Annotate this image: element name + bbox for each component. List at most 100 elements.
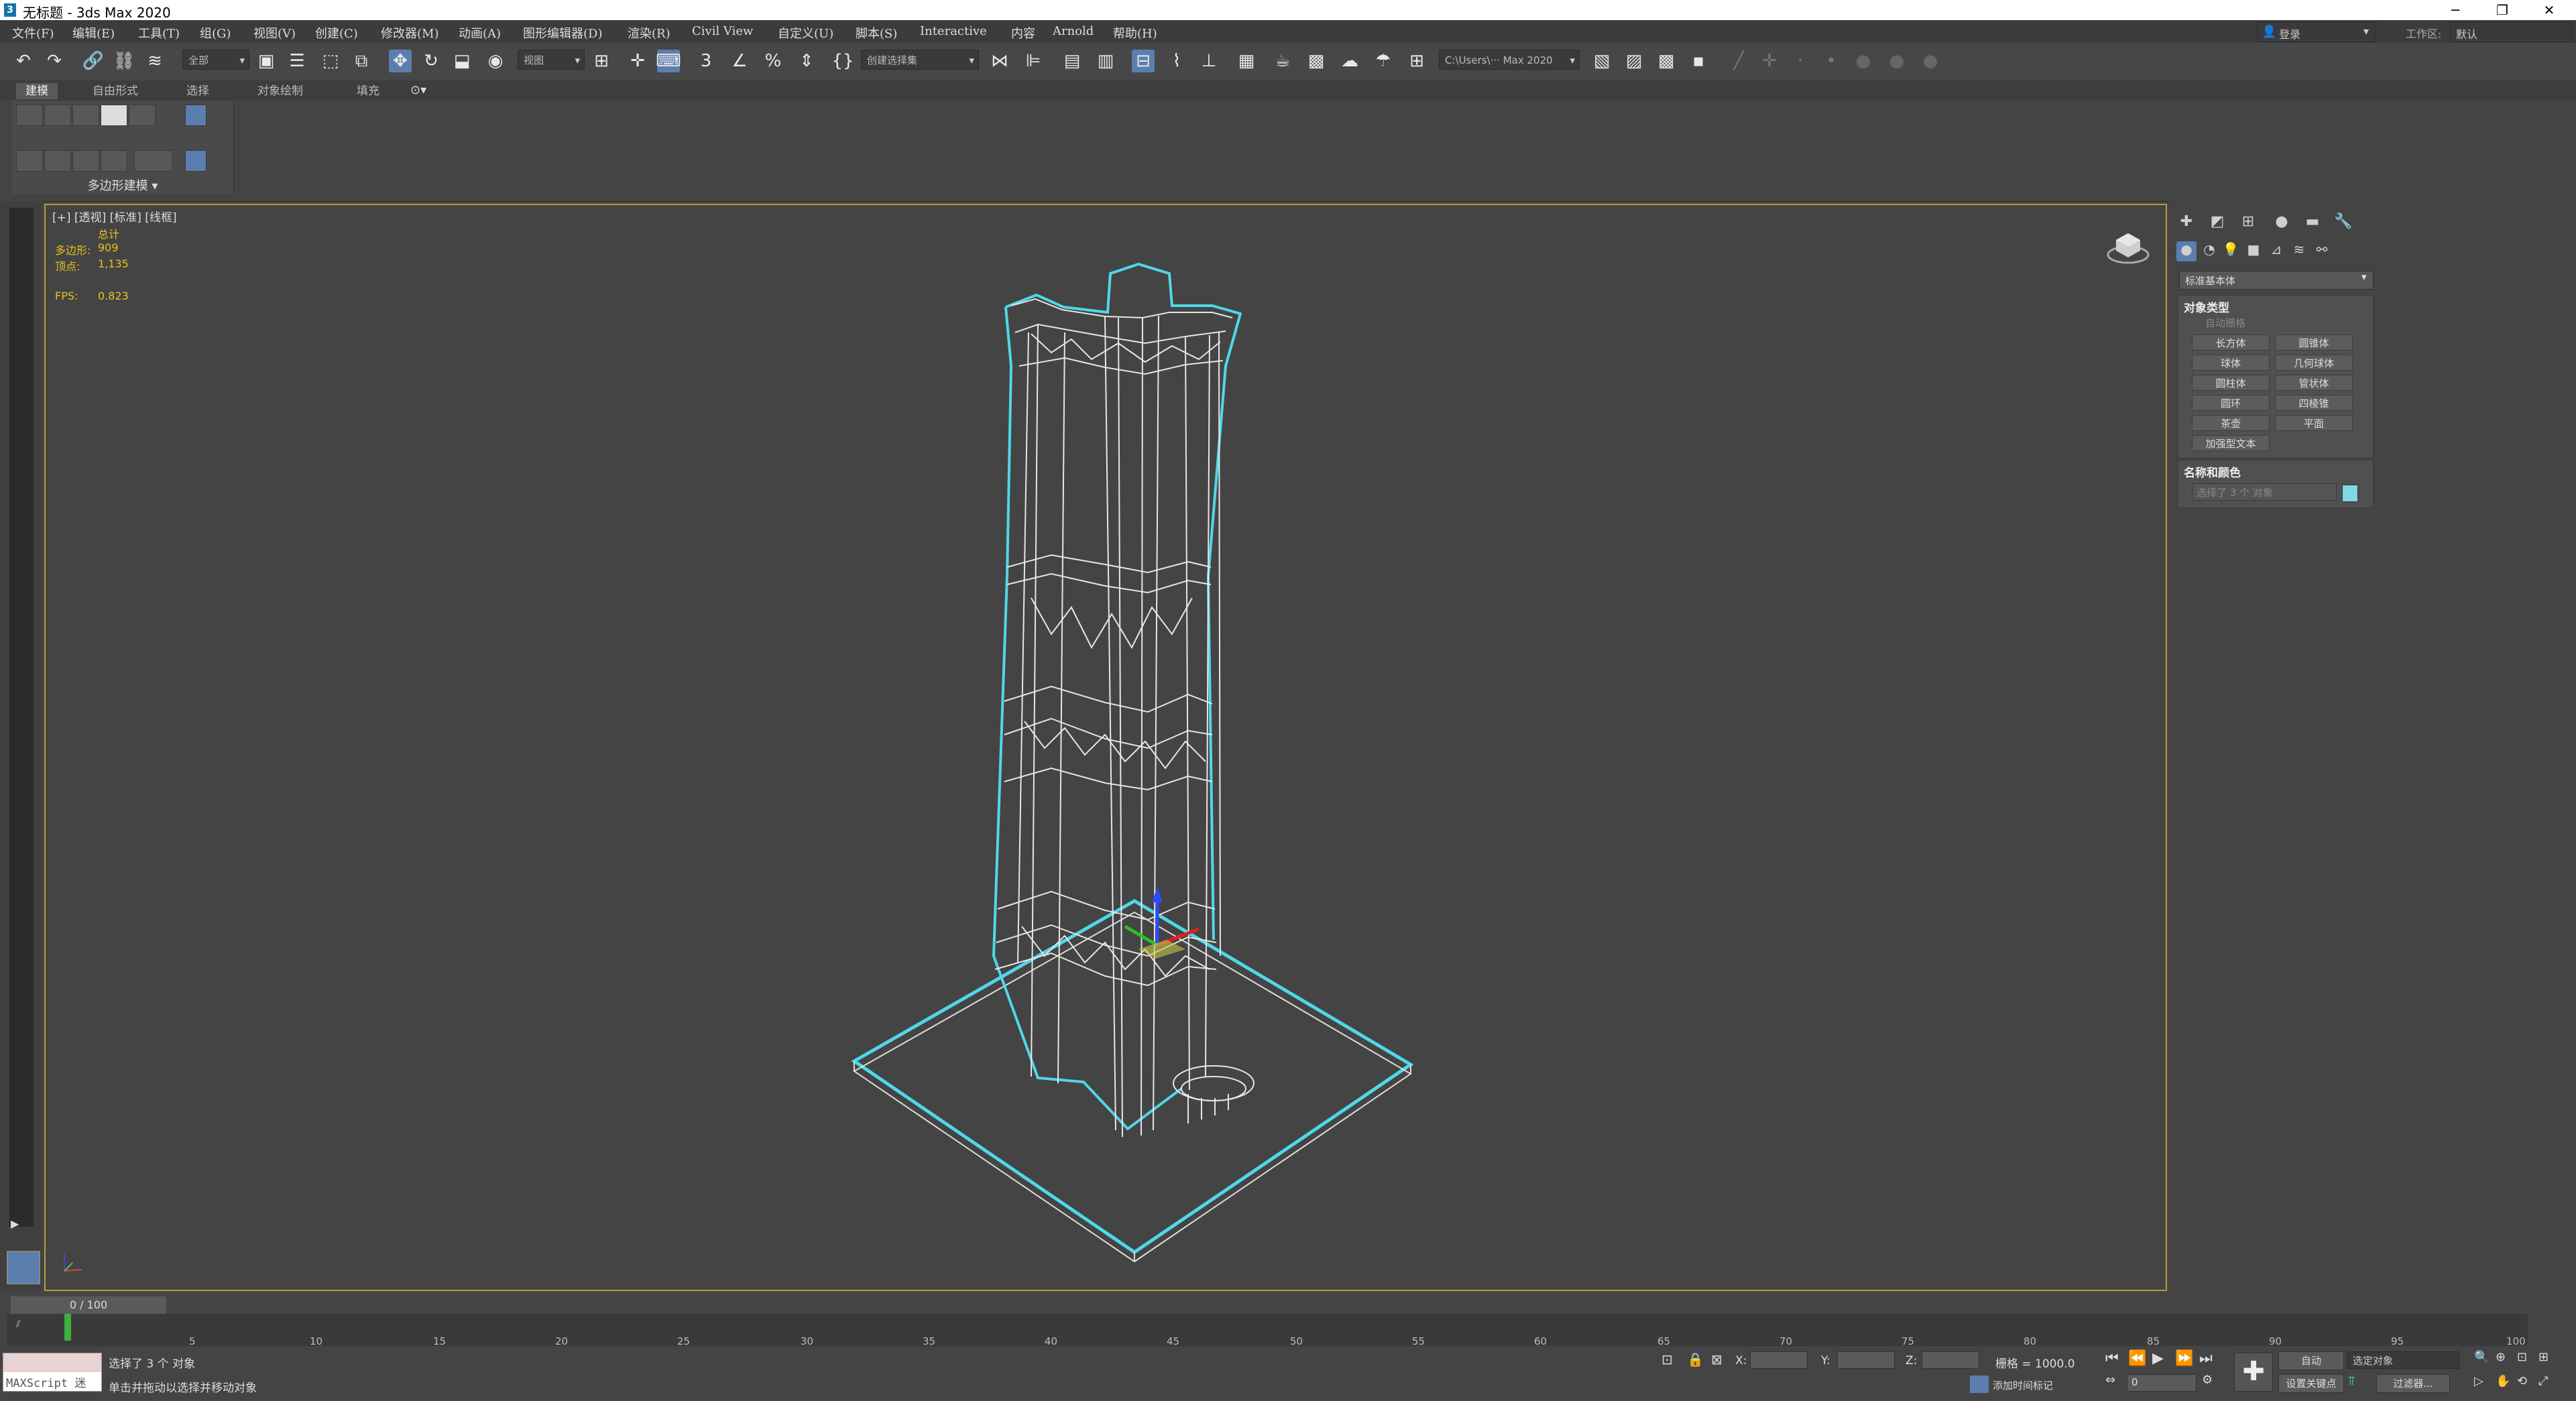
z-coord-field[interactable] [1922,1351,1979,1369]
spinner-snap-icon[interactable]: ⇕ [795,50,818,72]
menu-content[interactable]: 内容 [1011,24,1035,42]
crosshair-icon[interactable]: ✛ [1758,50,1781,72]
layer-explorer-icon[interactable]: ▥ [1094,50,1117,72]
bind-space-warp-icon[interactable]: ≋ [143,50,166,72]
time-tag-icon[interactable] [1970,1376,1989,1393]
select-object-icon[interactable]: ▣ [255,50,278,72]
time-config-icon[interactable]: ⚙ [2202,1373,2213,1387]
maximize-button[interactable]: ❐ [2482,0,2522,20]
tab-freeform[interactable]: 自由形式 [83,83,148,99]
menu-create[interactable]: 创建(C) [315,24,358,42]
space-warps-icon[interactable]: ≋ [2289,241,2309,261]
edge-mode-icon[interactable] [44,105,71,126]
textplus-button[interactable]: 加强型文本 [2192,435,2270,451]
redo-icon[interactable]: ↷ [43,50,66,72]
menu-scripting[interactable]: 脚本(S) [856,24,897,42]
window-crossing-icon[interactable]: ⧉ [350,50,373,72]
snaps-toggle-icon[interactable]: 3 [695,50,717,72]
maxscript-output[interactable] [3,1353,101,1372]
border-mode-icon[interactable] [72,105,99,126]
lock-icon[interactable]: 🔒 [1687,1351,1704,1367]
object-color-swatch[interactable] [2342,485,2358,502]
next-frame-icon[interactable]: ⏩ [2175,1350,2193,1367]
go-to-end-icon[interactable]: ⏭ [2199,1350,2213,1367]
selected-object-dropdown[interactable]: 选定对象 [2347,1351,2459,1369]
key-filters-button[interactable]: 过滤器... [2376,1374,2450,1393]
maxscript-listener[interactable]: MAXScript 迷 [3,1353,102,1392]
sphere-medium-icon[interactable]: ● [1885,50,1908,72]
select-manipulate-icon[interactable]: ✛ [626,50,649,72]
login-dropdown[interactable]: 👤 登录 ▾ [2257,22,2376,42]
menu-civil-view[interactable]: Civil View [692,24,753,38]
align-icon[interactable]: ⊫ [1022,50,1045,72]
dot-icon[interactable]: · [1789,50,1812,72]
viewcube-icon[interactable] [2107,225,2150,265]
project-folder-icon[interactable]: ▧ [1590,50,1613,72]
menu-graph-editors[interactable]: 图形编辑器(D) [523,24,602,42]
ref-coord-dropdown[interactable]: 视图 [518,50,585,70]
cameras-icon[interactable]: ■ [2243,241,2264,261]
orbit-icon[interactable]: ⟲ [2517,1374,2527,1388]
expand-arrow-icon[interactable]: ▶ [11,1217,25,1232]
torus-button[interactable]: 圆环 [2192,395,2270,411]
menu-view[interactable]: 视图(V) [253,24,296,42]
helpers-icon[interactable]: ⊿ [2266,241,2286,261]
scene-explorer-icon[interactable]: ▤ [1061,50,1084,72]
curve-toggle-icon[interactable]: ⫽ [16,1319,20,1330]
play-icon[interactable]: ▶ [2152,1350,2164,1367]
small-circle-icon[interactable]: • [1820,50,1842,72]
name-color-title[interactable]: 名称和颜色 [2184,463,2241,480]
current-frame-field[interactable]: 0 [2127,1374,2197,1392]
viewport-layout-icon[interactable] [7,1251,40,1284]
absolute-mode-icon[interactable]: ⊠ [1711,1351,1722,1367]
render-production-icon[interactable]: ☁ [1338,50,1361,72]
menu-tools[interactable]: 工具(T) [138,24,180,42]
material-editor-icon[interactable]: ▦ [1235,50,1258,72]
brush-icon[interactable]: ╱ [1727,50,1750,72]
pan-icon[interactable]: ✋ [2496,1374,2510,1388]
teapot-button[interactable]: 茶壶 [2192,415,2270,431]
angle-snap-icon[interactable]: ∠ [728,50,751,72]
ribbon-toggle-icon[interactable]: ⊟ [1132,50,1155,72]
tab-modeling[interactable]: 建模 [16,83,58,99]
pin-stack-icon[interactable] [185,150,207,172]
percent-snap-icon[interactable]: % [762,50,784,72]
viewport-layout-bar[interactable] [9,208,34,1227]
menu-group[interactable]: 组(G) [200,24,231,42]
time-cursor[interactable] [64,1314,71,1341]
create-tab-icon[interactable]: ✚ [2175,213,2198,233]
rect-selection-icon[interactable]: ⬚ [319,50,342,72]
named-selection-dropdown[interactable]: 创建选择集 [861,50,979,70]
key-mode-icon[interactable]: ⇔ [2105,1373,2115,1387]
workspace-dropdown[interactable]: 默认 [2450,22,2572,42]
curve-editor-icon[interactable]: ⌇ [1165,50,1188,72]
project-path-dropdown[interactable]: C:\Users\··· Max 2020 [1439,50,1580,70]
menu-arnold[interactable]: Arnold [1053,24,1094,38]
sphere-button[interactable]: 球体 [2192,355,2270,371]
track-bar[interactable]: ⫽ 5 10 15 20 25 30 35 40 45 50 55 60 65 … [7,1314,2528,1347]
select-move-icon[interactable]: ✥ [389,50,412,72]
menu-modifiers[interactable]: 修改器(M) [381,24,438,42]
keyboard-shortcut-icon[interactable]: ⌨ [656,50,681,72]
ignore-backfacing-icon[interactable] [101,150,127,172]
rendered-frame-icon[interactable]: ▩ [1305,50,1328,72]
minimize-button[interactable]: ─ [2435,0,2475,20]
unlink-icon[interactable]: ⛓ [113,50,135,72]
zoom-extents-icon[interactable]: ⊡ [2517,1350,2527,1364]
x-coord-field[interactable] [1750,1351,1808,1369]
pyramid-button[interactable]: 四棱锥 [2275,395,2353,411]
time-slider[interactable]: 0 / 100 [11,1296,166,1314]
shapes-icon[interactable]: ◔ [2199,241,2219,261]
prev-frame-icon[interactable]: ⏪ [2128,1350,2146,1367]
set-key-icon[interactable]: ✚ [2234,1353,2273,1392]
project-open-icon[interactable]: ▨ [1623,50,1645,72]
select-place-icon[interactable]: ◉ [484,50,507,72]
box-button[interactable]: 长方体 [2192,334,2270,351]
cylinder-button[interactable]: 圆柱体 [2192,375,2270,391]
y-coord-field[interactable] [1837,1351,1895,1369]
tab-populate[interactable]: 填充 [347,83,389,99]
plane-button[interactable]: 平面 [2275,415,2353,431]
auto-key-button[interactable]: 自动 [2278,1351,2344,1370]
menu-interactive[interactable]: Interactive [920,24,987,38]
menu-edit[interactable]: 编辑(E) [72,24,115,42]
